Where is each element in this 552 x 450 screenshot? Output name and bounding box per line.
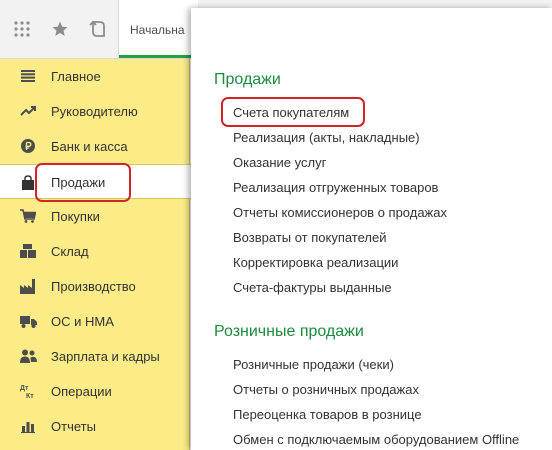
sidebar-item-production[interactable]: Производство xyxy=(0,269,190,304)
history-icon[interactable] xyxy=(79,0,117,58)
link-sales-correction[interactable]: Корректировка реализации xyxy=(233,255,398,270)
section-title-sales: Продажи xyxy=(214,71,281,88)
tab-home-label: Начальна xyxy=(130,23,185,37)
link-customer-returns[interactable]: Возвраты от покупателей xyxy=(233,230,387,245)
sidebar-item-label: Склад xyxy=(51,244,89,259)
sidebar-item-label: Банк и касса xyxy=(51,139,128,154)
sales-menu-panel: Продажи Счета покупателям Реализация (ак… xyxy=(191,8,552,450)
sidebar-item-label: Руководителю xyxy=(51,104,138,119)
sections-sidebar: Главное Руководителю Банк и касса Продаж… xyxy=(0,59,192,450)
link-issued-invoices[interactable]: Счета-фактуры выданные xyxy=(233,280,392,295)
highlight-oval xyxy=(35,163,131,202)
sidebar-item-label: Покупки xyxy=(51,209,100,224)
link-services[interactable]: Оказание услуг xyxy=(233,155,326,170)
sidebar-item-label: Производство xyxy=(51,279,136,294)
sidebar-item-fixed-assets[interactable]: ОС и НМА xyxy=(0,304,190,339)
tab-home[interactable]: Начальна xyxy=(118,0,198,58)
link-retail-revaluation[interactable]: Переоценка товаров в рознице xyxy=(233,407,422,422)
link-shipped-goods[interactable]: Реализация отгруженных товаров xyxy=(233,180,438,195)
truck-icon xyxy=(19,313,37,329)
link-retail-reports[interactable]: Отчеты о розничных продажах xyxy=(233,382,419,397)
sidebar-item-operations[interactable]: Дт Кт Операции xyxy=(0,374,190,409)
sidebar-item-bank[interactable]: Банк и касса xyxy=(0,129,190,164)
sidebar-item-reports[interactable]: Отчеты xyxy=(0,409,190,444)
sidebar-item-salary[interactable]: Зарплата и кадры xyxy=(0,339,190,374)
sidebar-item-manager[interactable]: Руководителю xyxy=(0,94,190,129)
tab-active-underline xyxy=(119,55,198,58)
sidebar-item-label: Зарплата и кадры xyxy=(51,349,160,364)
link-retail-receipts[interactable]: Розничные продажи (чеки) xyxy=(233,357,394,372)
sidebar-item-label: Главное xyxy=(51,69,101,84)
bar-chart-icon xyxy=(19,418,37,434)
debit-credit-icon: Дт Кт xyxy=(19,383,37,399)
svg-text:Кт: Кт xyxy=(26,393,34,399)
section-title-retail: Розничные продажи xyxy=(214,323,364,340)
shopping-cart-icon xyxy=(19,208,37,224)
trend-chart-icon xyxy=(19,103,37,119)
sidebar-item-label: Отчеты xyxy=(51,419,96,434)
star-icon[interactable] xyxy=(41,0,79,58)
sidebar-item-label: Операции xyxy=(51,384,112,399)
ruble-coin-icon xyxy=(19,138,37,154)
menu-lines-icon xyxy=(19,68,37,84)
link-offline-equipment[interactable]: Обмен с подключаемым оборудованием Offli… xyxy=(233,432,519,447)
factory-icon xyxy=(19,278,37,294)
link-sales-acts[interactable]: Реализация (акты, накладные) xyxy=(233,130,420,145)
svg-text:Дт: Дт xyxy=(20,385,29,392)
sidebar-item-purchases[interactable]: Покупки xyxy=(0,199,190,234)
sidebar-item-main[interactable]: Главное xyxy=(0,59,190,94)
apps-grid-icon[interactable] xyxy=(3,0,41,58)
link-commission-reports[interactable]: Отчеты комиссионеров о продажах xyxy=(233,205,447,220)
people-icon xyxy=(19,348,37,364)
warehouse-icon xyxy=(19,243,37,259)
sidebar-item-warehouse[interactable]: Склад xyxy=(0,234,190,269)
highlight-oval xyxy=(221,97,365,127)
sidebar-item-label: ОС и НМА xyxy=(51,314,114,329)
